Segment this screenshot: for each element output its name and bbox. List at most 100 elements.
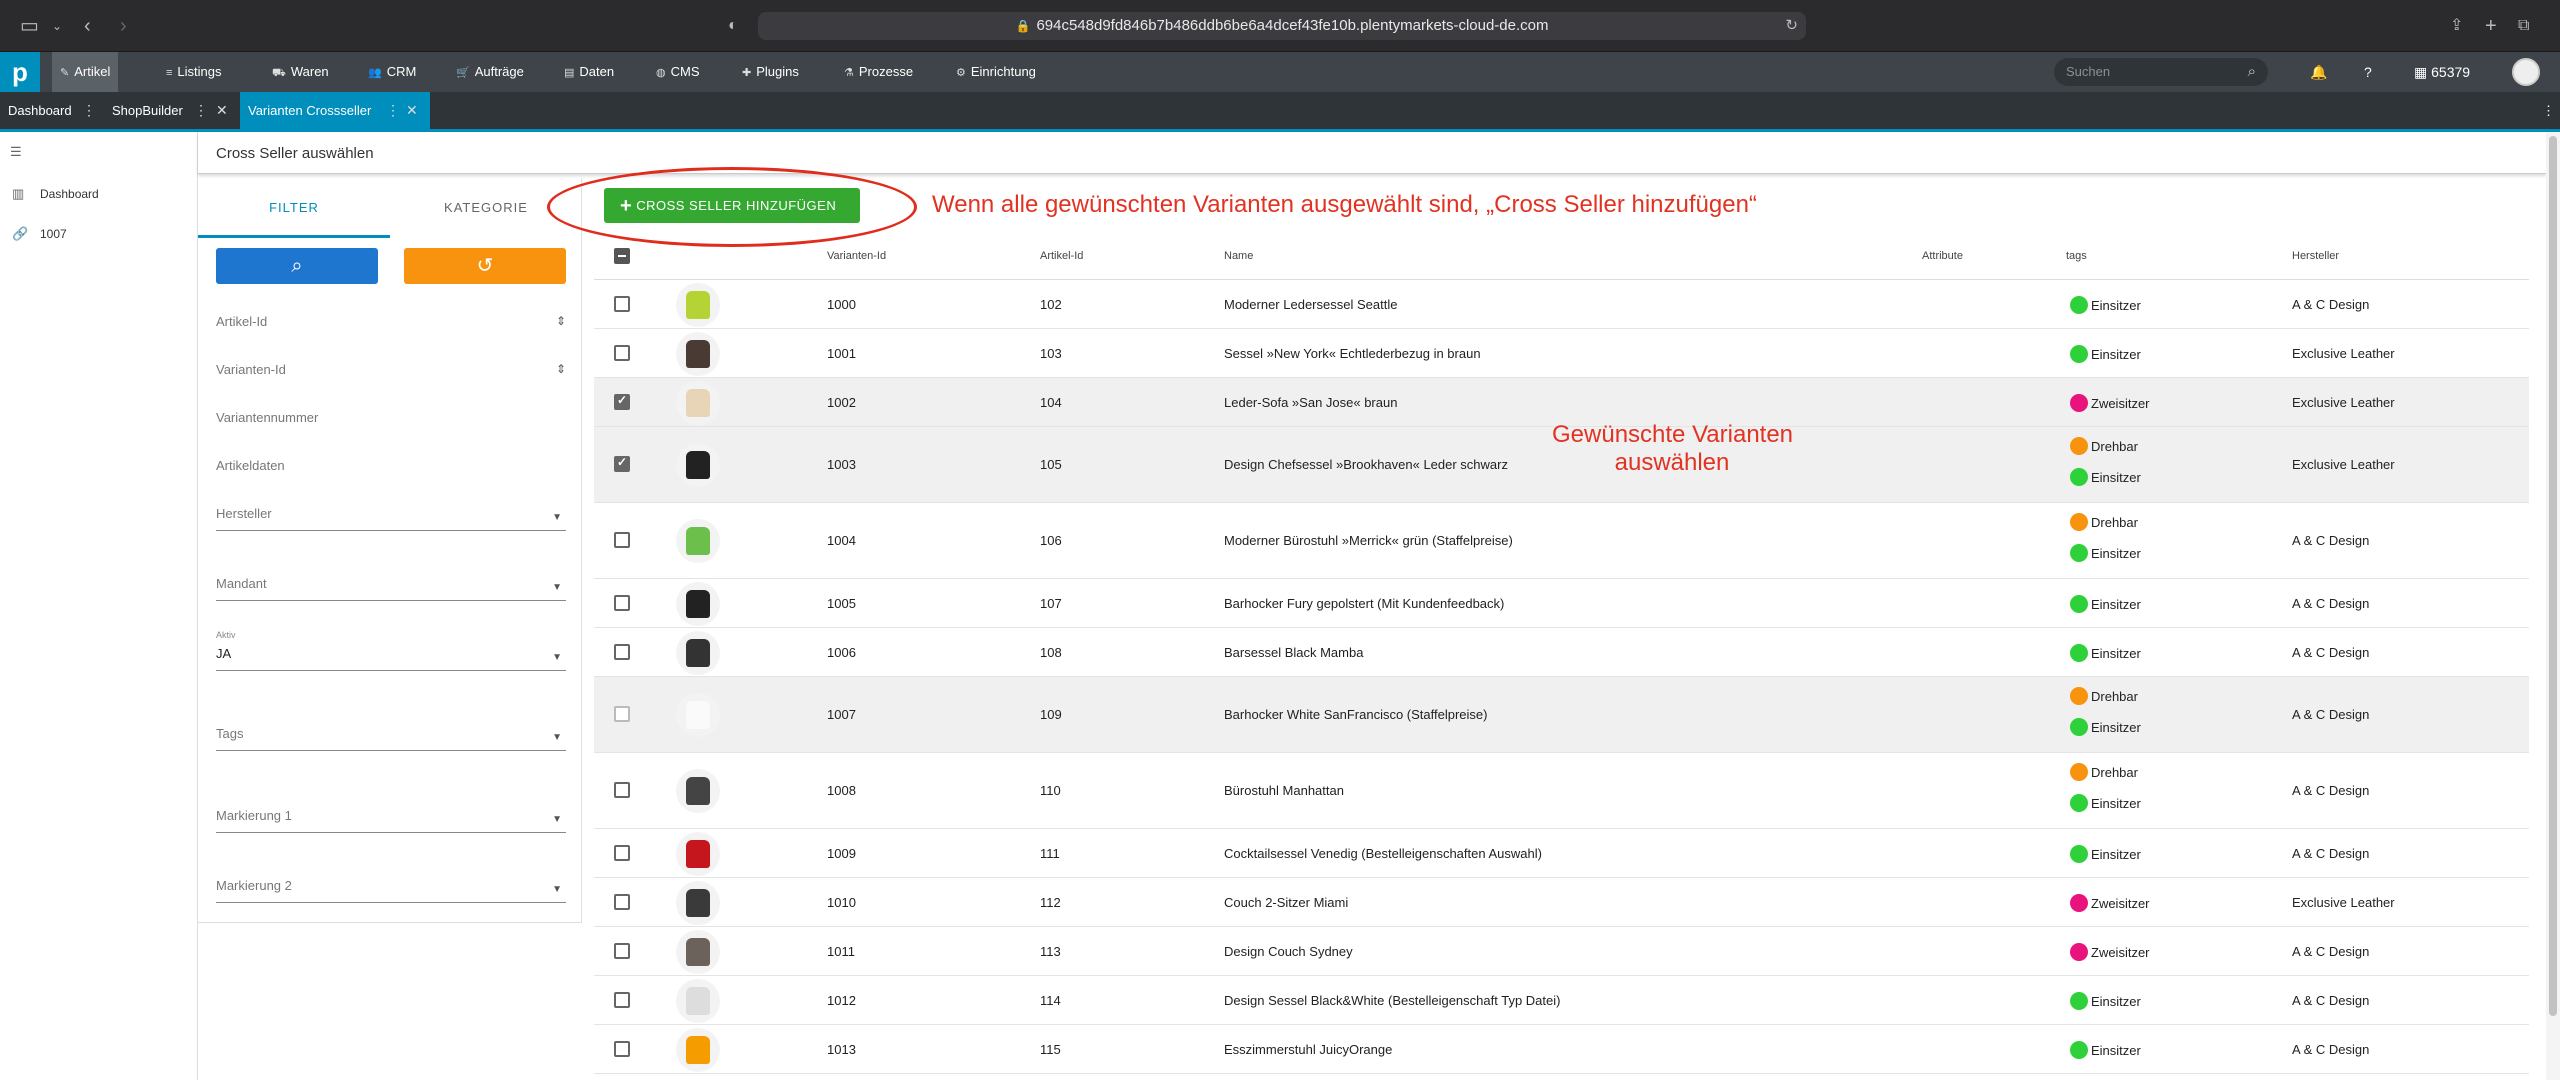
stepper-icon[interactable]: ⇕ — [556, 362, 566, 376]
tab-label: Dashboard — [8, 103, 72, 118]
tag-color-dot — [2070, 1040, 2088, 1059]
table-row[interactable]: 1010 112 Couch 2-Sitzer Miami Exclusive Lea… — [594, 878, 2529, 927]
table-row[interactable]: 1013 115 Esszimmerstuhl JuicyOrange A & C D… — [594, 1025, 2529, 1074]
row-checkbox[interactable] — [614, 344, 630, 361]
nav-plugins[interactable]: ✚ Plugins — [734, 52, 807, 92]
table-row[interactable]: 1002 104 Leder-Sofa »San Jose« braun Exclus… — [594, 378, 2529, 427]
scrollbar-thumb[interactable] — [2549, 136, 2557, 1016]
help-icon[interactable]: ? — [2364, 52, 2372, 92]
nav-daten[interactable]: ▤ Daten — [556, 52, 622, 92]
address-bar[interactable]: 🔒 694c548d9fd846b7b486ddb6be6a4dcef43fe10… — [758, 12, 1806, 40]
row-checkbox[interactable] — [614, 782, 630, 798]
col-header-tags[interactable]: tags — [2066, 250, 2087, 262]
col-header-artikel-id[interactable]: Artikel-Id — [1040, 250, 1083, 262]
tag-badge: Drehbar — [2070, 687, 2138, 705]
cell-artikel-id: 107 — [1040, 595, 1062, 611]
tab-filter[interactable]: FILTER — [198, 178, 390, 238]
global-search-input[interactable]: Suchen ⌕ — [2054, 58, 2268, 86]
nav-prozesse[interactable]: ⚗ Prozesse — [836, 52, 921, 92]
tag-color-dot — [2070, 393, 2088, 412]
cell-name: Moderner Ledersessel Seattle — [1224, 296, 1398, 312]
row-checkbox[interactable] — [614, 893, 630, 910]
close-icon[interactable]: ✕ — [216, 92, 228, 129]
forward-icon[interactable]: › — [120, 13, 127, 39]
table-row[interactable]: 1012 114 Design Sessel Black&White (Bestel… — [594, 976, 2529, 1025]
search-icon[interactable]: ⌕ — [2248, 58, 2256, 86]
nav-auftraege[interactable]: 🛒 Aufträge — [448, 52, 532, 92]
stepper-icon[interactable]: ⇕ — [556, 314, 566, 328]
search-placeholder: Suchen — [2066, 64, 2111, 79]
tab-bar-more-icon[interactable]: ⋮ — [2534, 92, 2555, 129]
nav-waren[interactable]: ⛟ Waren — [264, 52, 337, 92]
product-image — [686, 1035, 710, 1064]
row-checkbox[interactable] — [614, 643, 630, 660]
table-row[interactable]: 1006 108 Barsessel Black Mamba A & C Design… — [594, 628, 2529, 677]
cell-artikel-id: 108 — [1040, 644, 1062, 660]
user-id-indicator[interactable]: ▦ 65379 — [2414, 52, 2470, 92]
cell-varianten-id: 1011 — [827, 943, 855, 959]
scrollbar[interactable] — [2546, 132, 2560, 1080]
cell-hersteller: A & C Design — [2292, 595, 2370, 611]
avatar[interactable] — [2512, 58, 2540, 86]
sidebar-item-label: 1007 — [40, 227, 67, 241]
col-header-attribute[interactable]: Attribute — [1922, 250, 1963, 262]
more-icon[interactable]: ⋮ — [386, 92, 400, 129]
row-checkbox[interactable] — [614, 706, 630, 722]
cell-varianten-id: 1002 — [827, 394, 856, 410]
close-icon[interactable]: ✕ — [406, 92, 418, 129]
bell-icon[interactable]: 🔔 — [2310, 52, 2327, 92]
reload-icon[interactable]: ↻ — [1785, 12, 1798, 40]
reset-button[interactable]: ↺ — [404, 248, 566, 284]
table-row[interactable]: 1009 111 Cocktailsessel Venedig (Bestellei… — [594, 829, 2529, 878]
col-header-hersteller[interactable]: Hersteller — [2292, 250, 2339, 262]
row-checkbox[interactable] — [614, 393, 630, 410]
cell-artikel-id: 103 — [1040, 345, 1062, 361]
table-row[interactable]: 1000 102 Moderner Ledersessel Seattle A & C… — [594, 280, 2529, 329]
table-row[interactable]: 1011 113 Design Couch Sydney A & C Design Zw… — [594, 927, 2529, 976]
table-row[interactable]: 1001 103 Sessel »New York« Echtlederbezug … — [594, 329, 2529, 378]
new-tab-icon[interactable]: + — [2485, 13, 2497, 39]
tab-dashboard[interactable]: Dashboard ⋮ — [0, 92, 104, 129]
row-checkbox[interactable] — [614, 295, 630, 312]
hamburger-icon[interactable]: ☰ — [10, 132, 22, 172]
nav-label: Einrichtung — [970, 64, 1036, 79]
row-checkbox[interactable] — [614, 532, 630, 548]
table-row[interactable]: 1004 106 Moderner Bürostuhl »Merrick« grün… — [594, 503, 2529, 579]
cell-name: Bürostuhl Manhattan — [1224, 783, 1344, 798]
nav-artikel[interactable]: ✎ Artikel — [52, 52, 119, 92]
sidebar-item-dashboard[interactable]: ▥ Dashboard — [0, 174, 198, 214]
more-icon[interactable]: ⋮ — [82, 92, 96, 129]
row-checkbox[interactable] — [614, 455, 630, 472]
product-thumbnail — [676, 1027, 720, 1072]
more-icon[interactable]: ⋮ — [194, 92, 208, 129]
nav-crm[interactable]: 👥 CRM — [360, 52, 424, 92]
row-checkbox[interactable] — [614, 1040, 630, 1057]
tab-overview-icon[interactable]: ⧉ — [2518, 13, 2529, 39]
sidebar-toggle-icon[interactable]: ▭ — [20, 13, 39, 39]
table-row[interactable]: 1008 110 Bürostuhl Manhattan A & C Design Dr… — [594, 753, 2529, 829]
search-button[interactable]: ⌕ — [216, 248, 378, 284]
row-checkbox[interactable] — [614, 594, 630, 611]
select-all-checkbox[interactable] — [614, 248, 630, 264]
nav-listings[interactable]: ≡ Listings — [158, 52, 230, 92]
tab-shopbuilder[interactable]: ShopBuilder ⋮ ✕ — [104, 92, 238, 129]
chevron-down-icon: ▼ — [552, 512, 562, 523]
table-row[interactable]: 1007 109 Barhocker White SanFrancisco (Sta… — [594, 677, 2529, 753]
sidebar-item-1007[interactable]: 🔗 1007 — [0, 214, 198, 254]
plenty-logo[interactable]: p — [0, 52, 40, 92]
tab-varianten-crossseller[interactable]: Varianten Crossseller ⋮ ✕ — [240, 92, 430, 129]
share-icon[interactable]: ⇪ — [2450, 13, 2463, 39]
col-header-name[interactable]: Name — [1224, 250, 1253, 262]
nav-einrichtung[interactable]: ⚙ Einrichtung — [948, 52, 1044, 92]
back-icon[interactable]: ‹ — [84, 13, 91, 39]
row-checkbox[interactable] — [614, 991, 630, 1008]
row-checkbox[interactable] — [614, 942, 630, 959]
chevron-down-icon[interactable]: ⌄ — [52, 13, 62, 39]
menu-toggle[interactable]: ☰ — [0, 132, 198, 172]
col-header-varianten-id[interactable]: Varianten-Id — [827, 250, 886, 262]
shield-icon[interactable]: ◐ — [728, 13, 738, 39]
tag-label: Einsitzer — [2091, 1042, 2141, 1058]
nav-cms[interactable]: ◍ CMS — [648, 52, 708, 92]
table-row[interactable]: 1005 107 Barhocker Fury gepolstert (Mit Ku… — [594, 579, 2529, 628]
row-checkbox[interactable] — [614, 844, 630, 861]
